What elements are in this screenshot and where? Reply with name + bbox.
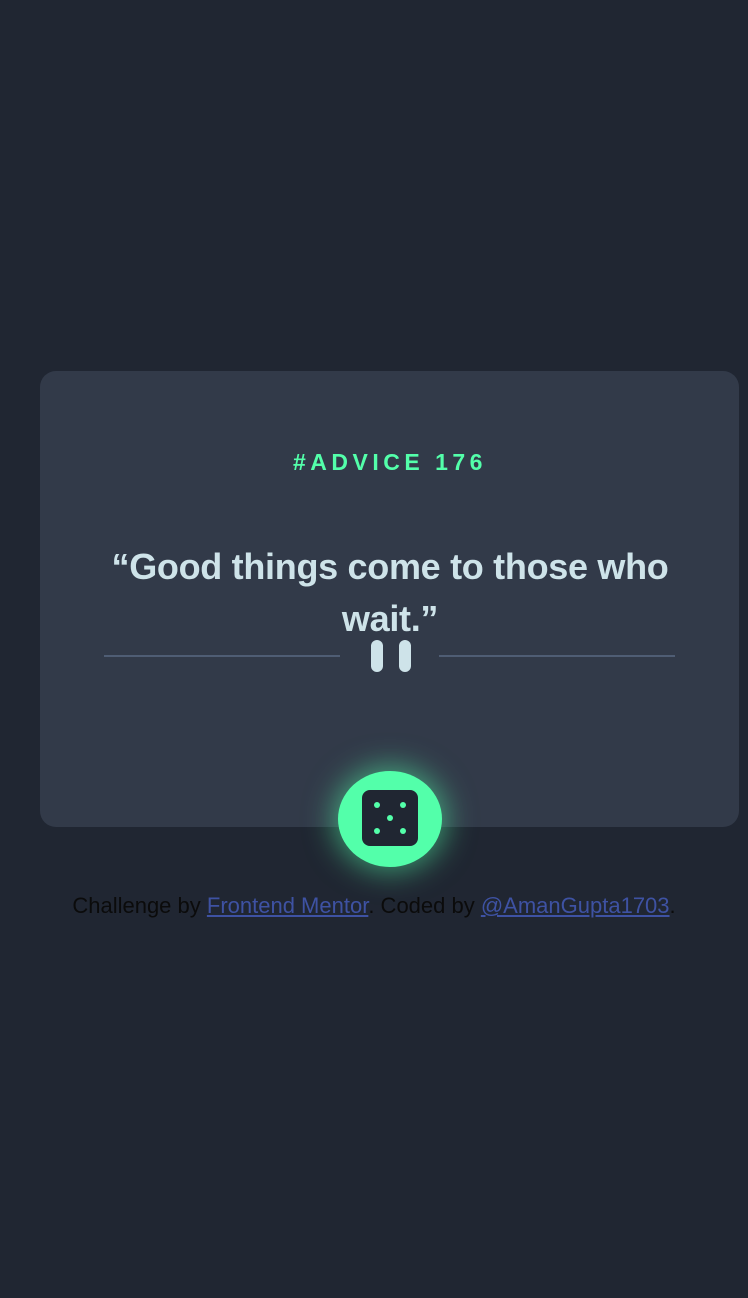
frontend-mentor-link[interactable]: Frontend Mentor <box>207 893 368 918</box>
pause-icon <box>371 640 411 672</box>
dice-dot <box>400 828 406 834</box>
dice-dot <box>374 828 380 834</box>
attribution: Challenge by Frontend Mentor. Coded by @… <box>0 893 748 919</box>
pause-bar-right <box>399 640 411 672</box>
dice-dot <box>400 802 406 808</box>
attribution-prefix: Challenge by <box>72 893 207 918</box>
generate-advice-button[interactable] <box>338 771 442 867</box>
advice-quote: “Good things come to those who wait.” <box>111 546 669 639</box>
attribution-middle: . Coded by <box>368 893 481 918</box>
dice-dot <box>374 802 380 808</box>
divider-line-right <box>439 655 675 657</box>
attribution-suffix: . <box>669 893 676 918</box>
pause-bar-left <box>371 640 383 672</box>
advice-id: #ADVICE 176 <box>293 449 487 476</box>
divider-line-left <box>104 655 340 657</box>
author-link[interactable]: @AmanGupta1703 <box>481 893 670 918</box>
dice-dot <box>387 815 393 821</box>
dice-icon <box>362 790 418 846</box>
